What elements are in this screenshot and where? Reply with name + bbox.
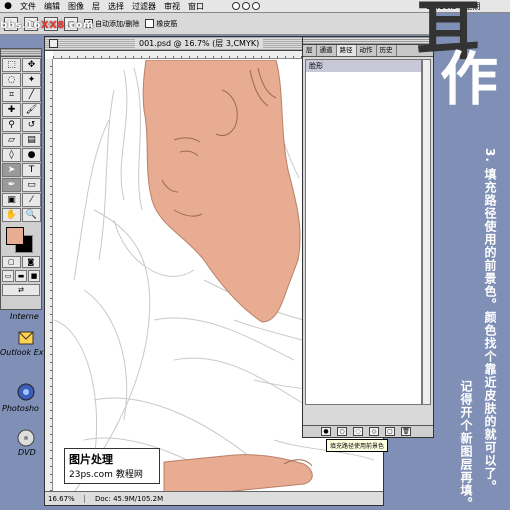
instruction-note: 记得开个新图层再填。 <box>459 380 473 510</box>
notes-tool-icon[interactable]: ▣ <box>2 193 21 207</box>
zoom-level[interactable]: 16.67% <box>45 494 85 503</box>
desktop-label-photoshop[interactable]: Photosho <box>2 404 39 413</box>
stroke-path-icon[interactable]: ○ <box>337 427 347 436</box>
menu-file[interactable]: 文件 <box>16 0 40 13</box>
menu-filter[interactable]: 过滤器 <box>128 0 160 13</box>
brush-tool-icon[interactable]: 🖌 <box>22 103 41 117</box>
jump-to-imageready-icon[interactable]: ⇄ <box>2 284 40 296</box>
tab-paths[interactable]: 路径 <box>336 45 357 56</box>
desktop-label-outlook[interactable]: Outlook Ex <box>0 348 43 357</box>
quickmask-mode-icon[interactable]: ◙ <box>21 256 40 268</box>
color-swatches <box>1 225 41 255</box>
palette-scrollbar[interactable] <box>422 59 431 405</box>
standard-mode-icon[interactable]: ▢ <box>2 256 21 268</box>
toolbox: ⬚ ✥ ◌ ✦ ⌗ ╱ ✚ 🖌 ⚲ ↺ ▱ ▤ ◊ ● ➤ T ✒ ▭ ▣ ⁄ … <box>0 48 42 310</box>
paths-list: 脸形 <box>305 59 422 405</box>
rubber-band-label: 橡皮筋 <box>156 19 178 28</box>
slice-tool-icon[interactable]: ╱ <box>22 88 41 102</box>
menu-edit[interactable]: 编辑 <box>40 0 64 13</box>
blur-tool-icon[interactable]: ◊ <box>2 148 21 162</box>
shape-tool-icon[interactable]: ▭ <box>22 178 41 192</box>
palette-titlebar[interactable] <box>303 37 433 45</box>
marquee-tool-icon[interactable]: ⬚ <box>2 58 21 72</box>
doc-size: Doc: 45.9M/105.2M <box>95 494 164 503</box>
screen-mode-2-icon[interactable]: ▬ <box>15 270 27 282</box>
menu-layer[interactable]: 层 <box>88 0 104 13</box>
tab-actions[interactable]: 动作 <box>357 45 377 56</box>
watermark: bbs.16XX8.com <box>0 20 94 31</box>
zoom-tool-icon[interactable]: 🔍 <box>22 208 41 222</box>
auto-add-label: 自动添加/删除 <box>95 19 140 28</box>
load-selection-icon[interactable]: ◌ <box>353 427 363 436</box>
decorative-large-char-2: 作 <box>440 45 499 113</box>
path-select-icon[interactable]: ➤ <box>2 163 21 177</box>
menu-image[interactable]: 图像 <box>64 0 88 13</box>
lasso-tool-icon[interactable]: ◌ <box>2 73 21 87</box>
instruction-text: 3. 填充路径使用的前景色。颜色找个靠近皮肤的就可以了。 <box>483 148 497 494</box>
pen-tool-icon-box[interactable]: ✒ <box>2 178 21 192</box>
tab-channels[interactable]: 通道 <box>317 45 337 56</box>
gradient-tool-icon[interactable]: ▤ <box>22 133 41 147</box>
magic-wand-icon[interactable]: ✦ <box>22 73 41 87</box>
make-workpath-icon[interactable]: ◇ <box>369 427 379 436</box>
outlook-icon[interactable] <box>16 328 36 348</box>
window-control-icons <box>232 2 260 10</box>
document-status-bar: 16.67% Doc: 45.9M/105.2M <box>45 491 383 505</box>
apple-icon[interactable]: ● <box>0 1 16 11</box>
tab-history[interactable]: 历史 <box>377 45 397 56</box>
menu-window[interactable]: 窗口 <box>184 0 208 13</box>
document-title: 001.psd @ 16.7% (层 3,CMYK) <box>135 38 264 49</box>
dodge-tool-icon[interactable]: ● <box>22 148 41 162</box>
path-row[interactable]: 脸形 <box>306 60 421 72</box>
screen-mode-1-icon[interactable]: ▭ <box>2 270 14 282</box>
ruler-vertical[interactable] <box>45 59 53 491</box>
caption-box: 图片处理 23ps.com 教程网 <box>64 448 160 484</box>
trash-icon[interactable]: 🗑 <box>401 427 411 436</box>
paths-palette: 层 通道 路径 动作 历史 脸形 ● ○ ◌ ◇ ▢ 🗑 <box>302 36 434 438</box>
close-box-icon[interactable] <box>49 39 58 48</box>
tooltip: 填充路径使用前景色 <box>326 439 389 452</box>
type-tool-icon[interactable]: T <box>22 163 41 177</box>
eyedropper-icon[interactable]: ⁄ <box>22 193 41 207</box>
menu-view[interactable]: 审视 <box>160 0 184 13</box>
move-tool-icon[interactable]: ✥ <box>22 58 41 72</box>
desktop-label-internet[interactable]: Interne <box>10 312 39 321</box>
toolbox-titlebar[interactable] <box>1 49 41 57</box>
photoshop-icon[interactable] <box>16 382 36 402</box>
tab-layers[interactable]: 层 <box>303 45 317 56</box>
history-brush-icon[interactable]: ↺ <box>22 118 41 132</box>
screen-mode-3-icon[interactable]: ■ <box>28 270 40 282</box>
hand-tool-icon[interactable]: ✋ <box>2 208 21 222</box>
checkbox-empty-icon <box>145 19 155 28</box>
crop-tool-icon[interactable]: ⌗ <box>2 88 21 102</box>
menu-select[interactable]: 选择 <box>104 0 128 13</box>
palette-button-bar: ● ○ ◌ ◇ ▢ 🗑 <box>303 425 433 437</box>
new-path-icon[interactable]: ▢ <box>385 427 395 436</box>
rubber-band-checkbox[interactable]: 橡皮筋 <box>145 19 177 29</box>
dvd-icon[interactable] <box>16 428 36 448</box>
fill-path-icon[interactable]: ● <box>321 427 331 436</box>
desktop-label-dvd[interactable]: DVD <box>18 448 36 457</box>
caption-title: 图片处理 <box>69 453 113 466</box>
palette-tabs: 层 通道 路径 动作 历史 <box>303 45 433 57</box>
eraser-tool-icon[interactable]: ▱ <box>2 133 21 147</box>
caption-url: 23ps.com 教程网 <box>69 470 143 480</box>
stamp-tool-icon[interactable]: ⚲ <box>2 118 21 132</box>
foreground-color[interactable] <box>6 227 24 245</box>
healing-brush-icon[interactable]: ✚ <box>2 103 21 117</box>
